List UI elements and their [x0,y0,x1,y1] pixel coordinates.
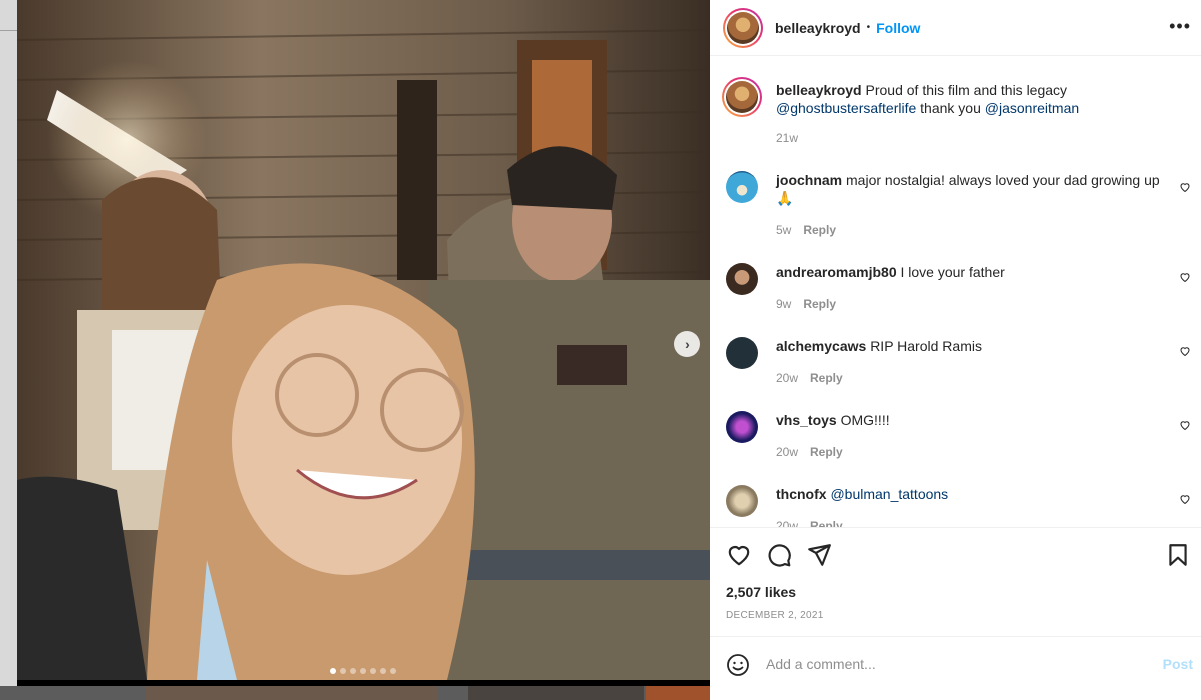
header-separator: • [866,22,871,33]
comment-meta: 20w Reply [776,371,843,385]
comment-input[interactable] [766,654,1126,674]
chevron-right-icon: › [685,336,690,352]
commenter-avatar[interactable] [726,263,758,295]
reply-button[interactable]: Reply [803,223,836,237]
comment-bubble-icon[interactable] [766,542,792,568]
comment-mention[interactable]: @bulman_tattoons [830,486,948,502]
comments-list[interactable]: belleaykroyd Proud of this film and this… [710,57,1201,527]
smiley-icon[interactable] [726,653,750,677]
comment-text: thcnofx @bulman_tattoons [776,485,1168,503]
caption-username[interactable]: belleaykroyd [776,82,862,98]
commenter-avatar[interactable] [726,171,758,203]
caption-body: Proud of this film and this legacy [865,82,1068,98]
media-pagination-dots [330,668,396,674]
comment-body: I love your father [900,264,1005,280]
commenter-avatar[interactable] [726,337,758,369]
comment-username[interactable]: alchemycaws [776,338,866,354]
comment-time[interactable]: 20w [776,445,798,459]
comment-username[interactable]: vhs_toys [776,412,837,428]
comment-text: vhs_toys OMG!!!! [776,411,1168,429]
comment-composer: Post [710,636,1201,700]
post-date[interactable]: DECEMBER 2, 2021 [726,610,824,621]
like-comment-heart-icon[interactable] [1179,345,1191,357]
comment-username[interactable]: thcnofx [776,486,827,502]
post-media: › [17,0,710,686]
comment-time[interactable]: 5w [776,223,791,237]
post-photo [17,0,710,680]
reply-button[interactable]: Reply [810,371,843,385]
backdrop-left-edge [0,0,17,700]
like-comment-heart-icon[interactable] [1179,493,1191,505]
comment-body: RIP Harold Ramis [870,338,982,354]
likes-count[interactable]: 2,507 likes [726,584,796,600]
media-dot [380,668,386,674]
reply-button[interactable]: Reply [803,297,836,311]
caption-avatar[interactable] [722,77,762,117]
comment-time[interactable]: 20w [776,519,798,527]
commenter-avatar[interactable] [726,411,758,443]
commenter-avatar[interactable] [726,485,758,517]
like-comment-heart-icon[interactable] [1179,181,1191,193]
comment-time[interactable]: 9w [776,297,791,311]
caption-mention-2[interactable]: @jasonreitman [985,100,1079,116]
author-username[interactable]: belleaykroyd [775,20,861,36]
like-comment-heart-icon[interactable] [1179,419,1191,431]
post-side-panel: belleaykroyd • Follow ••• belleaykroyd P… [710,0,1201,700]
reply-button[interactable]: Reply [810,445,843,459]
comment-time[interactable]: 20w [776,371,798,385]
post-comment-button[interactable]: Post [1163,656,1193,672]
comment-text: andrearomamjb80 I love your father [776,263,1168,281]
caption-text: belleaykroyd Proud of this film and this… [776,81,1168,117]
next-media-button[interactable]: › [674,331,700,357]
ellipsis-icon[interactable]: ••• [1169,16,1191,37]
like-comment-heart-icon[interactable] [1179,271,1191,283]
media-bottom-bar [17,680,710,686]
comment-meta: 9w Reply [776,297,836,311]
caption-meta: 21w [776,131,798,145]
paper-plane-icon[interactable] [806,542,832,568]
reply-button[interactable]: Reply [810,519,843,527]
comment-meta: 20w Reply [776,519,843,527]
caption-time[interactable]: 21w [776,131,798,145]
media-dot [350,668,356,674]
media-dot [340,668,346,674]
comment-meta: 20w Reply [776,445,843,459]
author-avatar[interactable] [723,7,763,48]
comment-body: OMG!!!! [840,412,890,428]
post-modal: › belleaykroyd • Follow ••• belleaykroyd… [17,0,1201,700]
caption-mention-1[interactable]: @ghostbustersafterlife [776,100,916,116]
comment-text: alchemycaws RIP Harold Ramis [776,337,1168,355]
media-dot [390,668,396,674]
comment-username[interactable]: joochnam [776,172,842,188]
bookmark-icon[interactable] [1165,542,1191,568]
heart-icon[interactable] [726,542,752,568]
post-header: belleaykroyd • Follow ••• [710,0,1201,56]
comment-username[interactable]: andrearomamjb80 [776,264,897,280]
comment-text: joochnam major nostalgia! always loved y… [776,171,1168,207]
caption-body-2: thank you [920,100,981,116]
follow-button[interactable]: Follow [876,20,920,36]
media-dot [370,668,376,674]
post-actions: 2,507 likes DECEMBER 2, 2021 [710,527,1201,635]
media-dot [360,668,366,674]
comment-meta: 5w Reply [776,223,836,237]
media-dot [330,668,336,674]
